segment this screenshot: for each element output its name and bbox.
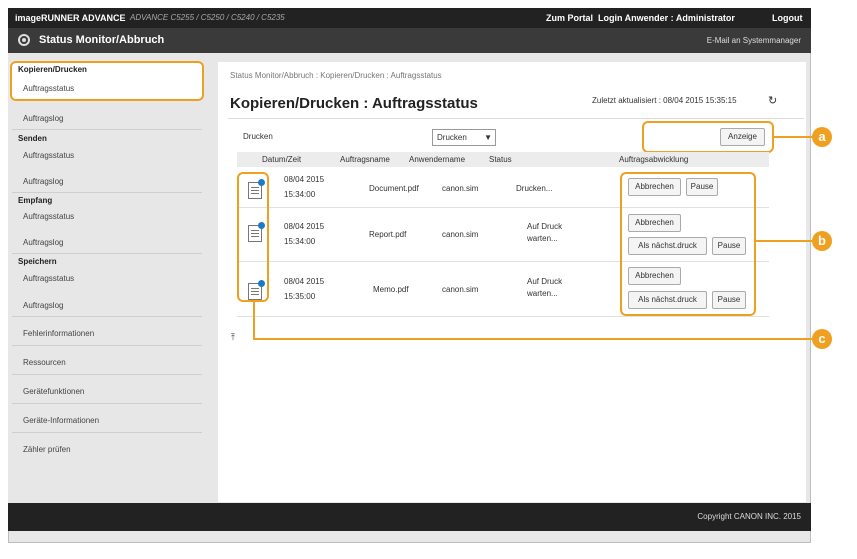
row3-name: Memo.pdf xyxy=(373,285,409,294)
row2-name: Report.pdf xyxy=(369,230,407,239)
col-header-auftragsname: Auftragsname xyxy=(340,155,390,164)
row1-status: Drucken... xyxy=(516,184,553,193)
breadcrumb: Status Monitor/Abbruch : Kopieren/Drucke… xyxy=(230,71,442,80)
row2-status-line1: Auf Druck xyxy=(527,222,563,231)
col-header-abwicklung: Auftragsabwicklung xyxy=(619,155,689,164)
sidebar-item-senden-status[interactable]: Auftragsstatus xyxy=(23,151,74,160)
model-name: ADVANCE C5255 / C5250 / C5240 / C5235 xyxy=(130,13,285,22)
sidebar-divider xyxy=(12,432,202,433)
app-title: Status Monitor/Abbruch xyxy=(39,34,165,46)
top-bar: imageRUNNER ADVANCE ADVANCE C5255 / C525… xyxy=(8,8,811,28)
callout-b-highlight xyxy=(620,172,756,316)
sidebar-item-kopieren-log[interactable]: Auftragslog xyxy=(23,114,63,123)
brand-logo: imageRUNNER ADVANCE xyxy=(15,13,126,23)
row2-status-line2: warten... xyxy=(527,234,558,243)
scroll-to-top-icon[interactable]: ⤒ xyxy=(231,332,235,343)
sidebar-item-senden-log[interactable]: Auftragslog xyxy=(23,177,63,186)
sidebar-item-speichern-log[interactable]: Auftragslog xyxy=(23,301,63,310)
callout-a-line xyxy=(774,136,812,138)
callout-c: c xyxy=(812,329,832,349)
copyright: Copyright CANON INC. 2015 xyxy=(697,512,801,521)
callout-b: b xyxy=(812,231,832,251)
row3-user: canon.sim xyxy=(442,285,479,294)
sidebar-divider xyxy=(12,374,202,375)
callout-a-highlight xyxy=(642,121,774,153)
refresh-icon[interactable]: ↻ xyxy=(768,94,777,107)
row1-user: canon.sim xyxy=(442,184,479,193)
job-type-select[interactable]: Drucken ▼ xyxy=(432,129,496,146)
row3-date: 08/04 2015 xyxy=(284,277,325,286)
row3-status-line2: warten... xyxy=(527,289,558,298)
portal-link[interactable]: Zum Portal xyxy=(546,13,593,23)
row3-status-line1: Auf Druck xyxy=(527,277,563,286)
callout-a: a xyxy=(812,127,832,147)
callout-c-highlight xyxy=(237,172,269,302)
sidebar-head-senden: Senden xyxy=(18,134,47,143)
last-updated: Zuletzt aktualisiert : 08/04 2015 15:35:… xyxy=(592,96,737,105)
row3-time: 15:35:00 xyxy=(284,292,316,301)
row2-user: canon.sim xyxy=(442,230,479,239)
sidebar-item-kopieren-status[interactable]: Auftragsstatus xyxy=(23,84,74,93)
title-bar: Status Monitor/Abbruch E-Mail an Systemm… xyxy=(8,28,811,53)
sidebar-item-zaehler[interactable]: Zähler prüfen xyxy=(23,445,71,454)
sidebar-head-speichern: Speichern xyxy=(18,257,57,266)
row2-time: 15:34:00 xyxy=(284,237,316,246)
row1-name: Document.pdf xyxy=(369,184,419,193)
email-admin-link[interactable]: E-Mail an Systemmanager xyxy=(707,36,801,45)
sidebar-item-geraetefunktionen[interactable]: Gerätefunktionen xyxy=(23,387,84,396)
col-header-status: Status xyxy=(489,155,512,164)
sidebar-divider xyxy=(12,129,202,130)
sidebar-head-kopieren: Kopieren/Drucken xyxy=(18,65,87,74)
sidebar-item-speichern-status[interactable]: Auftragsstatus xyxy=(23,274,74,283)
row1-date: 08/04 2015 xyxy=(284,175,325,184)
sidebar-divider xyxy=(12,316,202,317)
footer: Copyright CANON INC. 2015 xyxy=(8,503,811,531)
sidebar-item-empfang-log[interactable]: Auftragslog xyxy=(23,238,63,247)
row2-date: 08/04 2015 xyxy=(284,222,325,231)
col-header-anwender: Anwendername xyxy=(409,155,466,164)
sidebar: Kopieren/Drucken Auftragsstatus Auftrags… xyxy=(8,53,206,503)
callout-c-line-v xyxy=(253,302,255,339)
status-monitor-icon xyxy=(18,34,30,46)
login-user: Login Anwender : Administrator xyxy=(598,13,735,23)
section-label: Drucken xyxy=(243,132,273,141)
logout-link[interactable]: Logout xyxy=(772,13,803,23)
callout-b-line xyxy=(756,240,812,242)
sidebar-divider xyxy=(12,253,202,254)
page-title: Kopieren/Drucken : Auftragsstatus xyxy=(230,95,478,112)
callout-c-line-h xyxy=(253,338,812,340)
sidebar-divider xyxy=(12,403,202,404)
divider xyxy=(228,118,804,119)
col-header-datum: Datum/Zeit xyxy=(262,155,302,164)
row1-time: 15:34:00 xyxy=(284,190,316,199)
sidebar-divider xyxy=(12,345,202,346)
sidebar-head-empfang: Empfang xyxy=(18,196,53,205)
sidebar-divider xyxy=(12,192,202,193)
sidebar-item-fehler[interactable]: Fehlerinformationen xyxy=(23,329,94,338)
row-divider xyxy=(237,316,769,317)
job-type-select-value: Drucken xyxy=(437,133,467,142)
sidebar-item-geraeteinfo[interactable]: Geräte-Informationen xyxy=(23,416,99,425)
sidebar-item-empfang-status[interactable]: Auftragsstatus xyxy=(23,212,74,221)
sidebar-item-ressourcen[interactable]: Ressourcen xyxy=(23,358,66,367)
chevron-down-icon: ▼ xyxy=(484,133,492,142)
